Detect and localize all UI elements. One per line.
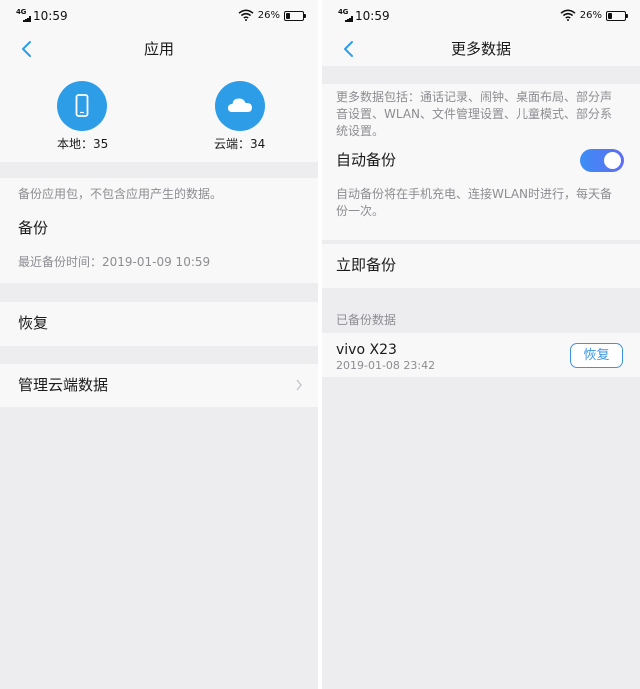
battery-icon bbox=[284, 11, 306, 21]
backup-label: 备份 bbox=[18, 219, 49, 237]
page-title: 更多数据 bbox=[450, 40, 511, 58]
toggle-knob bbox=[604, 152, 621, 169]
local-count: 本地：35 bbox=[57, 137, 109, 151]
description-line: 自动备份将在手机充电、连接WLAN时进行，每天备 bbox=[336, 187, 613, 201]
cloud-count: 云端：34 bbox=[214, 137, 266, 151]
description-line: 更多数据包括：通话记录、闹钟、桌面布局、部分声 bbox=[336, 90, 613, 104]
title-bar: 应用 bbox=[0, 32, 318, 66]
manage-cloud-data-label: 管理云端数据 bbox=[18, 376, 109, 394]
network-type: 4G bbox=[16, 8, 27, 16]
wifi-icon bbox=[238, 9, 254, 21]
last-backup-time: 最近备份时间：2019-01-09 10:59 bbox=[18, 255, 211, 269]
battery-percent: 26% bbox=[579, 10, 602, 21]
page-title: 应用 bbox=[143, 40, 174, 58]
signal-icon bbox=[23, 16, 31, 22]
backed-up-header: 已备份数据 bbox=[336, 313, 397, 327]
backup-description: 备份应用包，不包含应用产生的数据。 bbox=[18, 187, 223, 201]
title-bar: 更多数据 bbox=[322, 32, 640, 66]
local-backup-button[interactable] bbox=[57, 81, 107, 131]
manage-cloud-data-row[interactable]: 管理云端数据 bbox=[0, 364, 318, 407]
more-data-screen: 4G 10:59 26% 更多数据 更多数据包括：通话记录、闹钟、桌面布局、部分… bbox=[322, 0, 640, 689]
auto-backup-description: 自动备份将在手机充电、连接WLAN时进行，每天备 份一次。 bbox=[336, 186, 612, 220]
battery-fill bbox=[286, 13, 291, 19]
more-data-description: 更多数据包括：通话记录、闹钟、桌面布局、部分声 音设置、WLAN、文件管理设置、… bbox=[336, 89, 612, 140]
phone-icon bbox=[75, 94, 89, 117]
backup-now-label: 立即备份 bbox=[336, 256, 397, 274]
chevron-right-icon bbox=[296, 379, 302, 391]
description-line: 音设置、WLAN、文件管理设置、儿童模式、部分系 bbox=[336, 107, 613, 121]
restore-row[interactable]: 恢复 bbox=[0, 302, 318, 346]
status-time: 10:59 bbox=[33, 9, 68, 23]
status-bar: 4G 10:59 26% bbox=[322, 0, 640, 32]
battery-icon bbox=[606, 11, 628, 21]
apps-backup-screen: 4G 10:59 26% 应用 本地：35 云端：34 备份应用包，不包含应用产… bbox=[0, 0, 318, 689]
backup-section[interactable]: 备份应用包，不包含应用产生的数据。 备份 最近备份时间：2019-01-09 1… bbox=[0, 178, 318, 283]
auto-backup-label: 自动备份 bbox=[336, 151, 397, 169]
battery-fill bbox=[608, 13, 613, 19]
status-time: 10:59 bbox=[355, 9, 390, 23]
backup-device-name: vivo X23 bbox=[336, 342, 397, 358]
storage-summary: 本地：35 云端：34 bbox=[0, 66, 318, 162]
restore-button[interactable]: 恢复 bbox=[570, 343, 623, 368]
backup-now-row[interactable]: 立即备份 bbox=[322, 244, 640, 288]
description-line: 份一次。 bbox=[336, 204, 385, 218]
status-bar: 4G 10:59 26% bbox=[0, 0, 318, 32]
signal-icon bbox=[345, 16, 353, 22]
auto-backup-toggle[interactable] bbox=[580, 149, 624, 172]
backup-date: 2019-01-08 23:42 bbox=[336, 359, 436, 372]
battery-percent: 26% bbox=[257, 10, 280, 21]
description-line: 统设置。 bbox=[336, 124, 385, 138]
cloud-backup-button[interactable] bbox=[215, 81, 265, 131]
restore-label: 恢复 bbox=[18, 314, 49, 332]
network-type: 4G bbox=[338, 8, 349, 16]
wifi-icon bbox=[560, 9, 576, 21]
cloud-icon bbox=[228, 98, 252, 112]
